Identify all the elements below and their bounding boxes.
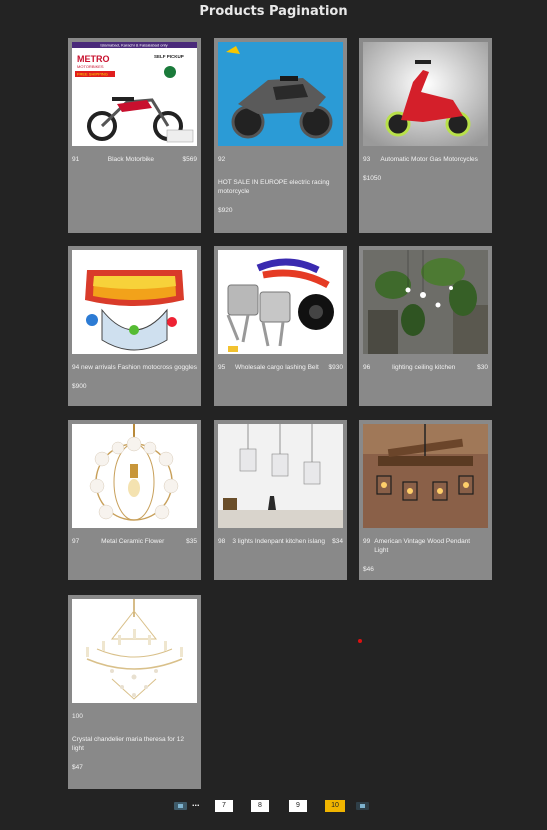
page-button-8[interactable]: 8 — [251, 800, 269, 812]
product-image[interactable] — [363, 42, 488, 146]
product-card-100[interactable]: 100 Crystal chandelier maria theresa for… — [68, 595, 201, 789]
product-id: 95 — [218, 364, 226, 371]
product-meta: 91 Black Motorbike $569 — [72, 155, 197, 164]
product-price: $30 — [477, 364, 488, 371]
product-image[interactable] — [218, 250, 343, 354]
electric-motorcycle-image — [218, 42, 343, 146]
product-image[interactable] — [218, 42, 343, 146]
product-id: 97 — [72, 538, 80, 545]
product-name: 3 lights Indenpant kitchen islang — [232, 538, 325, 545]
crystal-chandelier-image — [72, 599, 197, 703]
product-image[interactable] — [72, 250, 197, 354]
product-card-95[interactable]: 95 Wholesale cargo lashing Belt $930 — [214, 246, 347, 406]
scooter-image — [363, 42, 488, 146]
product-card-93[interactable]: 93 Automatic Motor Gas Motorcycles $1050 — [359, 38, 492, 233]
lashing-belt-image — [218, 250, 343, 354]
page-button-7[interactable]: 7 — [215, 800, 233, 812]
product-card-92[interactable]: 92 HOT SALE IN EUROPE electric racing mo… — [214, 38, 347, 233]
product-price: $35 — [186, 538, 197, 545]
banner-tag: SELF PICKUP — [154, 54, 184, 59]
product-price: $569 — [182, 156, 197, 163]
product-name: Crystal chandelier maria theresa for 12 … — [72, 736, 184, 752]
wood-pendant-image — [363, 424, 488, 528]
product-meta: 95 Wholesale cargo lashing Belt $930 — [218, 363, 343, 372]
product-meta: 97 Metal Ceramic Flower $35 — [72, 537, 197, 546]
banner-badge: FREE SHIPPING — [77, 72, 108, 77]
product-image[interactable] — [363, 250, 488, 354]
product-name: Automatic Motor Gas Motorcycles — [380, 156, 478, 163]
motorbike-image: Islamabad, Karachi & Faisalabad only MET… — [72, 42, 197, 146]
next-page-icon[interactable] — [356, 802, 369, 810]
product-name: 94 new arrivals Fashion motocross goggle… — [72, 364, 198, 371]
product-name: HOT SALE IN EUROPE electric racing motor… — [218, 179, 330, 195]
product-name: Wholesale cargo lashing Belt — [234, 364, 319, 371]
product-meta: 100 Crystal chandelier maria theresa for… — [72, 712, 197, 772]
product-card-96[interactable]: 96 lighting ceiling kitchen $30 — [359, 246, 492, 406]
product-price: $930 — [328, 364, 343, 371]
product-name: American Vintage Wood Pendant Light — [374, 538, 471, 554]
ceiling-lighting-image — [363, 250, 488, 354]
banner-top-line: Islamabad, Karachi & Faisalabad only — [100, 43, 167, 48]
product-name: Metal Ceramic Flower — [101, 538, 165, 545]
product-price: $46 — [363, 566, 374, 573]
pagination: ... 7 8 9 10 — [0, 798, 547, 813]
page-button-10[interactable]: 10 — [325, 800, 345, 812]
product-image[interactable] — [72, 424, 197, 528]
pagination-ellipsis: ... — [192, 798, 200, 808]
product-id: 91 — [72, 156, 80, 163]
product-image[interactable] — [218, 424, 343, 528]
pendant-lights-image — [218, 424, 343, 528]
product-id: 93 — [363, 156, 371, 163]
product-id: 96 — [363, 364, 371, 371]
goggles-image — [72, 250, 197, 354]
product-meta: 92 HOT SALE IN EUROPE electric racing mo… — [218, 155, 343, 215]
product-id: 100 — [72, 713, 83, 720]
product-meta: 94 new arrivals Fashion motocross goggle… — [72, 363, 197, 391]
product-card-97[interactable]: 97 Metal Ceramic Flower $35 — [68, 420, 201, 580]
product-price: $1050 — [363, 175, 382, 182]
product-price: $900 — [72, 383, 87, 390]
product-card-94[interactable]: 94 new arrivals Fashion motocross goggle… — [68, 246, 201, 406]
product-image[interactable]: Islamabad, Karachi & Faisalabad only MET… — [72, 42, 197, 146]
product-meta: 96 lighting ceiling kitchen $30 — [363, 363, 488, 372]
product-price: $34 — [332, 538, 343, 545]
product-name: Black Motorbike — [107, 156, 154, 163]
banner-brand: METRO — [77, 54, 110, 64]
product-price: $920 — [218, 207, 233, 214]
product-id: 98 — [218, 538, 226, 545]
page-button-9[interactable]: 9 — [289, 800, 307, 812]
product-card-98[interactable]: 98 3 lights Indenpant kitchen islang $34 — [214, 420, 347, 580]
product-id: 99 — [363, 538, 371, 545]
page-title: Products Pagination — [199, 4, 348, 19]
product-image[interactable] — [363, 424, 488, 528]
product-id: 92 — [218, 156, 226, 163]
product-card-91[interactable]: Islamabad, Karachi & Faisalabad only MET… — [68, 38, 201, 233]
product-card-99[interactable]: 99 American Vintage Wood Pendant Light $… — [359, 420, 492, 580]
banner-brand-sub: MOTORBIKES — [77, 64, 104, 69]
product-image[interactable] — [72, 599, 197, 703]
product-meta: 93 Automatic Motor Gas Motorcycles $1050 — [363, 155, 488, 183]
product-meta: 98 3 lights Indenpant kitchen islang $34 — [218, 537, 343, 546]
flower-lamp-image — [72, 424, 197, 528]
product-meta: 99 American Vintage Wood Pendant Light $… — [363, 537, 488, 574]
product-price: $47 — [72, 764, 83, 771]
product-name: lighting ceiling kitchen — [392, 364, 456, 371]
prev-page-icon[interactable] — [174, 802, 187, 810]
cursor-dot — [358, 639, 362, 643]
